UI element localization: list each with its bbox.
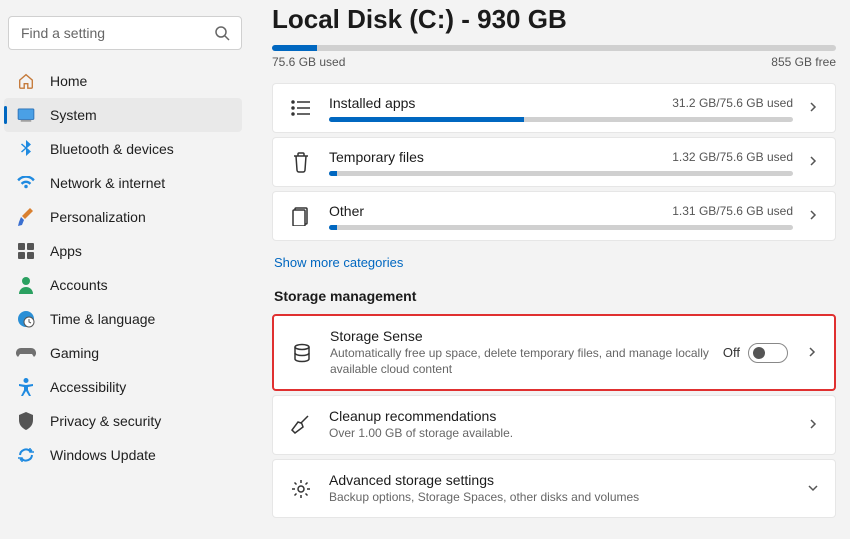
nav-item-accounts[interactable]: Accounts xyxy=(4,268,242,302)
nav-item-time-language[interactable]: Time & language xyxy=(4,302,242,336)
disk-usage-labels: 75.6 GB used 855 GB free xyxy=(272,55,836,69)
disk-usage-fill xyxy=(272,45,317,51)
trash-icon xyxy=(287,148,315,176)
category-temporary-files[interactable]: Temporary files 1.32 GB/75.6 GB used xyxy=(272,137,836,187)
nav-label: Accounts xyxy=(50,277,230,293)
list-icon xyxy=(287,94,315,122)
apps-icon xyxy=(16,241,36,261)
nav-label: Network & internet xyxy=(50,175,230,191)
nav-label: Time & language xyxy=(50,311,230,327)
broom-icon xyxy=(287,411,315,439)
nav-item-privacy-security[interactable]: Privacy & security xyxy=(4,404,242,438)
nav-item-windows-update[interactable]: Windows Update xyxy=(4,438,242,472)
gear-icon xyxy=(287,475,315,503)
mgmt-title: Advanced storage settings xyxy=(329,472,793,488)
home-icon xyxy=(16,71,36,91)
nav-list: Home System Bluetooth & devices Network … xyxy=(4,64,246,472)
chevron-right-icon xyxy=(807,418,821,432)
shield-icon xyxy=(16,411,36,431)
disk-free-label: 855 GB free xyxy=(771,55,836,69)
system-icon xyxy=(16,105,36,125)
chevron-right-icon xyxy=(807,209,821,223)
toggle-knob xyxy=(753,347,765,359)
nav-label: Personalization xyxy=(50,209,230,225)
nav-item-system[interactable]: System xyxy=(4,98,242,132)
nav-item-network[interactable]: Network & internet xyxy=(4,166,242,200)
category-title: Other xyxy=(329,203,364,219)
page-title: Local Disk (C:) - 930 GB xyxy=(272,4,836,35)
page-icon xyxy=(287,202,315,230)
nav-label: Privacy & security xyxy=(50,413,230,429)
main-content: Local Disk (C:) - 930 GB 75.6 GB used 85… xyxy=(254,0,850,539)
drive-icon xyxy=(288,339,316,367)
brush-icon xyxy=(16,207,36,227)
cleanup-recommendations-row[interactable]: Cleanup recommendations Over 1.00 GB of … xyxy=(272,395,836,455)
globe-clock-icon xyxy=(16,309,36,329)
nav-item-accessibility[interactable]: Accessibility xyxy=(4,370,242,404)
chevron-down-icon xyxy=(807,482,821,496)
advanced-storage-row[interactable]: Advanced storage settings Backup options… xyxy=(272,459,836,519)
wifi-icon xyxy=(16,173,36,193)
category-bar-fill xyxy=(329,171,337,176)
category-title: Temporary files xyxy=(329,149,424,165)
search-icon xyxy=(214,25,230,41)
show-more-categories-link[interactable]: Show more categories xyxy=(274,255,403,270)
nav-label: Apps xyxy=(50,243,230,259)
search-field-wrap xyxy=(8,16,242,50)
nav-item-gaming[interactable]: Gaming xyxy=(4,336,242,370)
category-other[interactable]: Other 1.31 GB/75.6 GB used xyxy=(272,191,836,241)
category-installed-apps[interactable]: Installed apps 31.2 GB/75.6 GB used xyxy=(272,83,836,133)
category-usage: 1.31 GB/75.6 GB used xyxy=(672,204,793,218)
chevron-right-icon xyxy=(807,101,821,115)
category-bar-fill xyxy=(329,225,337,230)
nav-item-home[interactable]: Home xyxy=(4,64,242,98)
mgmt-sub: Automatically free up space, delete temp… xyxy=(330,346,723,377)
storage-sense-toggle[interactable] xyxy=(748,343,788,363)
nav-item-personalization[interactable]: Personalization xyxy=(4,200,242,234)
storage-management-heading: Storage management xyxy=(274,288,836,304)
toggle-label: Off xyxy=(723,345,740,360)
nav-label: System xyxy=(50,107,230,123)
category-bar-fill xyxy=(329,117,524,122)
category-usage: 31.2 GB/75.6 GB used xyxy=(672,96,793,110)
storage-sense-row[interactable]: Storage Sense Automatically free up spac… xyxy=(272,314,836,391)
nav-label: Gaming xyxy=(50,345,230,361)
nav-label: Home xyxy=(50,73,230,89)
category-usage: 1.32 GB/75.6 GB used xyxy=(672,150,793,164)
nav-label: Windows Update xyxy=(50,447,230,463)
mgmt-sub: Over 1.00 GB of storage available. xyxy=(329,426,749,442)
mgmt-title: Storage Sense xyxy=(330,328,723,344)
accessibility-icon xyxy=(16,377,36,397)
nav-label: Accessibility xyxy=(50,379,230,395)
person-icon xyxy=(16,275,36,295)
category-title: Installed apps xyxy=(329,95,415,111)
storage-sense-toggle-wrap: Off xyxy=(723,343,788,363)
nav-item-bluetooth[interactable]: Bluetooth & devices xyxy=(4,132,242,166)
nav-label: Bluetooth & devices xyxy=(50,141,230,157)
bluetooth-icon xyxy=(16,139,36,159)
disk-usage-bar xyxy=(272,45,836,51)
sidebar: Home System Bluetooth & devices Network … xyxy=(0,0,254,539)
mgmt-sub: Backup options, Storage Spaces, other di… xyxy=(329,490,749,506)
update-icon xyxy=(16,445,36,465)
gamepad-icon xyxy=(16,343,36,363)
disk-used-label: 75.6 GB used xyxy=(272,55,345,69)
chevron-right-icon xyxy=(807,155,821,169)
search-input[interactable] xyxy=(8,16,242,50)
mgmt-title: Cleanup recommendations xyxy=(329,408,793,424)
chevron-right-icon xyxy=(806,346,820,360)
nav-item-apps[interactable]: Apps xyxy=(4,234,242,268)
